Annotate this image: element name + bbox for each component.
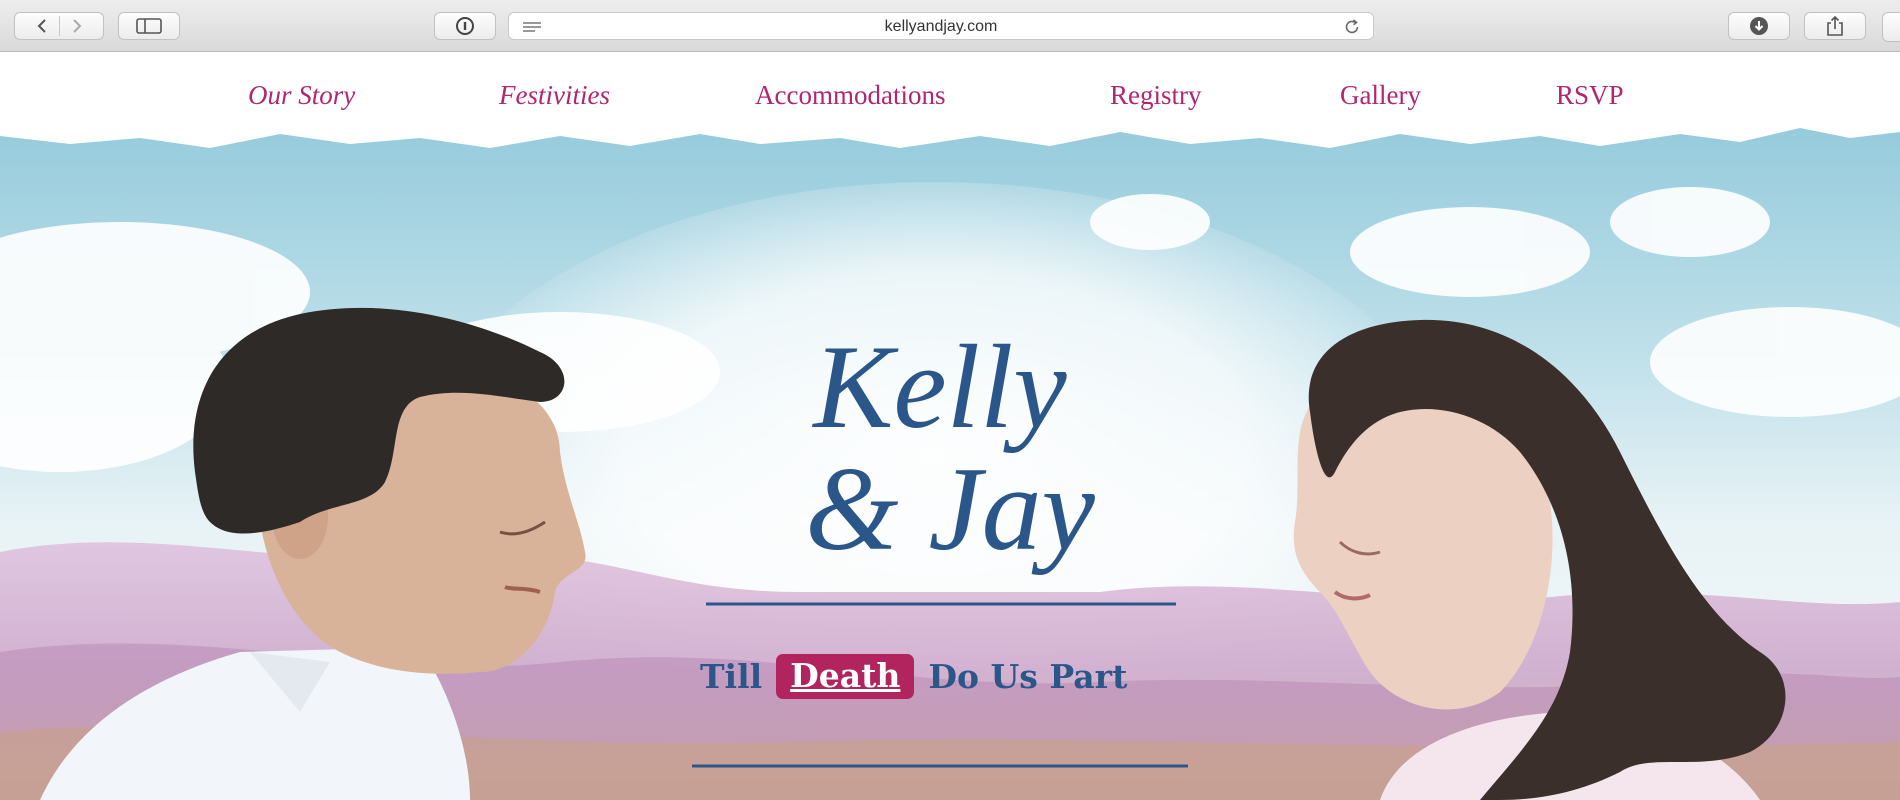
logo-kelly: Kelly [811, 320, 1067, 453]
divider [58, 16, 60, 36]
back-icon[interactable] [35, 18, 49, 34]
main-nav: Our Story Festivities Accommodations Reg… [0, 80, 1900, 120]
nav-rsvp[interactable]: RSVP [1556, 80, 1624, 111]
sidebar-icon [136, 18, 162, 34]
nav-festivities[interactable]: Festivities [499, 80, 610, 111]
reader-info-icon [455, 16, 475, 36]
download-button[interactable] [1728, 12, 1790, 40]
tagline: Till Death Do Us Part [700, 648, 1180, 704]
history-nav-buttons [14, 12, 104, 40]
reader-info-button[interactable] [434, 12, 496, 40]
logo-and-jay: & Jay [805, 442, 1096, 575]
forward-icon[interactable] [70, 18, 84, 34]
webpage: Kelly & Jay Our Story Festivities Accomm… [0, 52, 1900, 800]
browser-toolbar: kellyandjay.com [0, 0, 1900, 52]
address-bar[interactable]: kellyandjay.com [508, 12, 1374, 40]
tagline-till: Till [700, 656, 763, 696]
download-icon [1749, 16, 1769, 36]
tagline-rest: Do Us Part [928, 656, 1128, 696]
share-button[interactable] [1804, 12, 1866, 40]
toolbar-overflow-button[interactable] [1882, 12, 1900, 42]
nav-accommodations[interactable]: Accommodations [755, 80, 945, 111]
reload-icon[interactable] [1343, 18, 1361, 41]
url-text[interactable]: kellyandjay.com [509, 18, 1373, 36]
nav-registry[interactable]: Registry [1110, 80, 1202, 111]
sidebar-button[interactable] [118, 12, 180, 40]
nav-gallery[interactable]: Gallery [1340, 80, 1421, 111]
nav-our-story[interactable]: Our Story [248, 80, 355, 111]
tagline-death-highlight[interactable]: Death [776, 653, 915, 699]
share-icon [1826, 15, 1844, 37]
